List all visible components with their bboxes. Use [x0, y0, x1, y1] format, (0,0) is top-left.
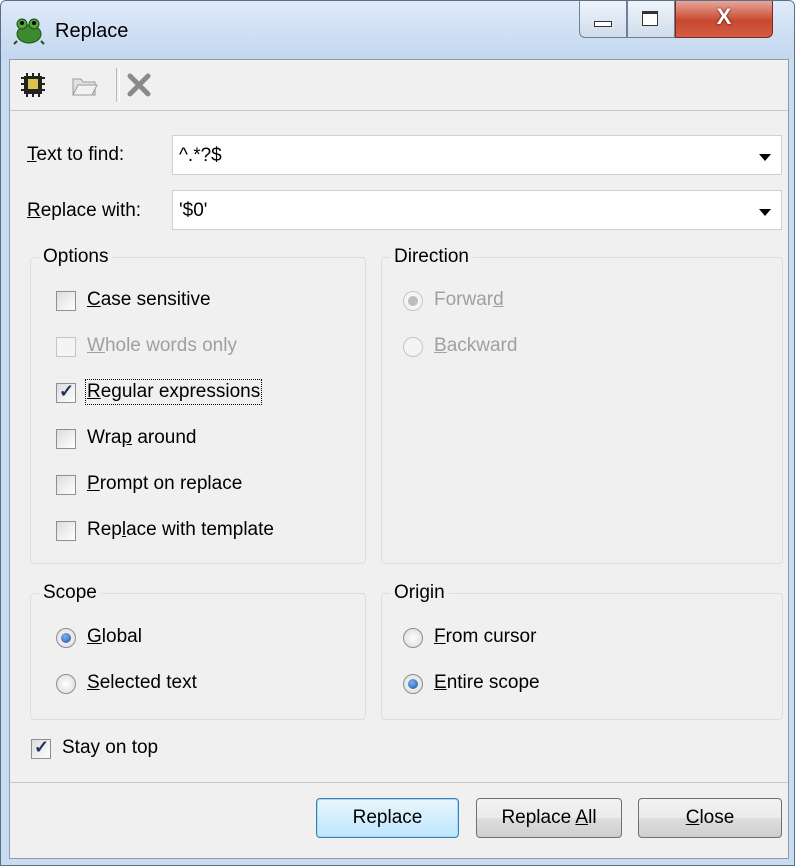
label-text: around [132, 427, 197, 448]
entire-scope-label[interactable]: Entire scope [434, 672, 540, 694]
minimize-button[interactable] [579, 1, 627, 38]
backward-label: Backward [434, 335, 517, 357]
window-title: Replace [55, 20, 129, 42]
prompt-on-replace-checkbox[interactable] [56, 475, 76, 495]
stay-on-top-checkbox[interactable] [31, 737, 51, 759]
mnemonic: E [434, 672, 447, 693]
mnemonic: R [27, 200, 41, 221]
replace-with-label: Replace with: [27, 200, 141, 222]
delete-icon[interactable] [124, 70, 154, 100]
maximize-icon [642, 11, 658, 26]
label-text: ackward [446, 335, 518, 356]
mnemonic: P [87, 473, 100, 494]
mnemonic: C [87, 289, 101, 310]
global-label[interactable]: Global [87, 626, 142, 648]
label-text: Forwar [434, 289, 494, 310]
label-text: ntire scope [446, 672, 540, 693]
mnemonic: S [87, 672, 100, 693]
mnemonic: W [87, 335, 105, 356]
maximize-button[interactable] [627, 1, 675, 38]
mnemonic: A [575, 807, 589, 828]
scope-title: Scope [39, 582, 101, 604]
case-sensitive-checkbox[interactable] [56, 291, 76, 311]
open-folder-icon[interactable] [70, 70, 100, 100]
toolbar-separator [116, 68, 120, 102]
label-text: rom cursor [445, 626, 537, 647]
backward-radio[interactable] [403, 337, 423, 357]
label-text: ace with template [126, 519, 274, 540]
mnemonic: B [434, 335, 447, 356]
options-group: Options Case sensitive Whole words only … [30, 246, 366, 564]
stay-on-top-label[interactable]: Stay on top [62, 737, 158, 759]
mnemonic: R [87, 381, 101, 402]
replace-with-combobox[interactable]: '$0' [172, 190, 782, 230]
text-to-find-label: Text to find: [27, 144, 124, 166]
frog-icon [13, 18, 45, 45]
replace-with-template-checkbox[interactable] [56, 521, 76, 541]
dialog-client: Text to find: ^.*?$ Replace with: '$0' O… [9, 59, 789, 859]
global-radio[interactable] [56, 628, 76, 648]
mnemonic: T [27, 144, 37, 165]
mnemonic: F [434, 626, 446, 647]
label-text: lobal [101, 626, 142, 647]
selected-text-label[interactable]: Selected text [87, 672, 197, 694]
scope-group: Scope Global Selected text [30, 582, 366, 720]
regular-expressions-label[interactable]: Regular expressions [84, 379, 263, 405]
mnemonic: C [685, 807, 700, 828]
prompt-on-replace-label[interactable]: Prompt on replace [87, 473, 242, 495]
from-cursor-radio[interactable] [403, 628, 423, 648]
entire-scope-radio[interactable] [403, 674, 423, 694]
label-text: eplace with: [40, 200, 142, 221]
label-text: Rep [87, 519, 122, 540]
minimize-icon [594, 21, 612, 27]
label-text: lose [699, 807, 735, 828]
save-template-icon[interactable] [18, 70, 48, 100]
replace-dialog: Replace X Text to find: ^.*?$ Replace wi… [0, 0, 795, 866]
replace-with-template-label[interactable]: Replace with template [87, 519, 274, 541]
label-text: ase sensitive [100, 289, 211, 310]
button-area-separator [10, 782, 788, 783]
mnemonic: p [121, 427, 133, 448]
regular-expressions-checkbox[interactable] [56, 381, 76, 403]
replace-button[interactable]: Replace [316, 798, 459, 838]
label-text: egular expressions [100, 381, 261, 402]
forward-radio[interactable] [403, 291, 423, 311]
options-title: Options [39, 246, 113, 268]
label-text: Wra [87, 427, 122, 448]
direction-group: Direction Forward Backward [381, 246, 783, 564]
whole-words-checkbox[interactable] [56, 337, 76, 357]
toolbar [10, 60, 788, 111]
close-icon: X [716, 4, 732, 29]
wrap-around-checkbox[interactable] [56, 429, 76, 449]
selected-text-radio[interactable] [56, 674, 76, 694]
text-to-find-combobox[interactable]: ^.*?$ [172, 135, 782, 175]
chevron-down-icon[interactable] [759, 209, 771, 216]
text-to-find-value: ^.*?$ [179, 145, 222, 166]
label-text: ext to find: [36, 144, 125, 165]
label-text: elected text [99, 672, 197, 693]
label-text: Replace [501, 807, 576, 828]
title-bar[interactable]: Replace X [1, 1, 794, 59]
direction-title: Direction [390, 246, 473, 268]
replace-with-value: '$0' [179, 200, 208, 221]
close-window-button[interactable]: X [675, 1, 773, 38]
forward-label: Forward [434, 289, 504, 311]
origin-group: Origin From cursor Entire scope [381, 582, 783, 720]
replace-all-button[interactable]: Replace All [476, 798, 622, 838]
mnemonic: G [87, 626, 102, 647]
label-text: ll [588, 807, 597, 828]
case-sensitive-label[interactable]: Case sensitive [87, 289, 211, 311]
label-text: rompt on replace [99, 473, 243, 494]
close-button[interactable]: Close [638, 798, 782, 838]
chevron-down-icon[interactable] [759, 154, 771, 161]
mnemonic: d [493, 289, 504, 310]
label-text: hole words only [104, 335, 237, 356]
whole-words-label: Whole words only [87, 335, 237, 357]
from-cursor-label[interactable]: From cursor [434, 626, 536, 648]
wrap-around-label[interactable]: Wrap around [87, 427, 197, 449]
origin-title: Origin [390, 582, 449, 604]
